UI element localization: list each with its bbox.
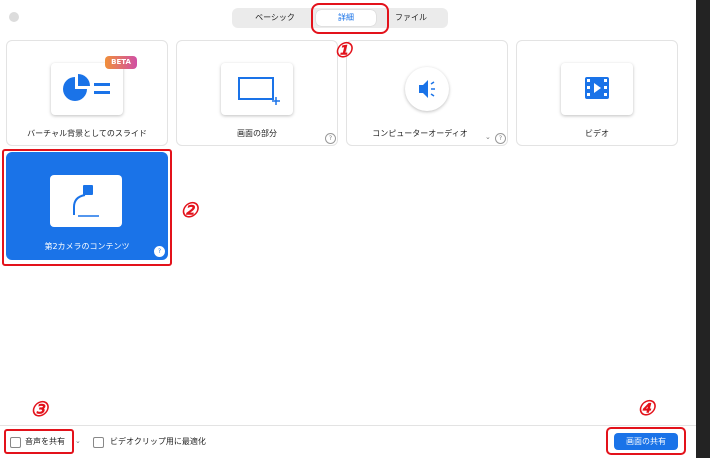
slides-thumbnail xyxy=(51,63,123,115)
audio-thumbnail xyxy=(405,67,449,111)
annotation-number-4: ④ xyxy=(637,396,655,420)
annotation-number-2: ② xyxy=(180,198,198,222)
window-edge xyxy=(696,0,710,458)
option-label: 画面の部分 xyxy=(237,129,277,138)
video-icon xyxy=(585,77,609,99)
help-icon[interactable]: ? xyxy=(495,133,506,144)
chevron-down-icon[interactable]: ⌄ xyxy=(485,133,491,141)
optimize-video-label: ビデオクリップ用に最適化 xyxy=(110,437,206,446)
option-label: コンピューターオーディオ xyxy=(372,129,468,138)
video-thumbnail xyxy=(561,63,633,115)
chevron-down-icon[interactable]: ⌄ xyxy=(75,437,81,445)
annotation-box-4 xyxy=(606,427,686,455)
option-computer-audio[interactable]: コンピューターオーディオ ⌄ ? xyxy=(346,40,508,146)
option-label: ビデオ xyxy=(585,129,609,138)
help-icon[interactable]: ? xyxy=(325,133,336,144)
option-screen-portion[interactable]: 画面の部分 ? xyxy=(176,40,338,146)
slides-icon xyxy=(63,74,110,101)
annotation-box-3 xyxy=(4,429,74,454)
beta-badge: BETA xyxy=(105,56,137,69)
tab-basic[interactable]: ベーシック xyxy=(236,10,314,26)
optimize-video-checkbox[interactable] xyxy=(93,437,104,448)
screen-portion-thumbnail xyxy=(221,63,293,115)
audio-icon xyxy=(419,80,435,98)
screen-portion-icon xyxy=(238,77,280,105)
option-label: バーチャル背景としてのスライド xyxy=(27,129,147,138)
annotation-number-1: ① xyxy=(334,38,352,62)
annotation-number-3: ③ xyxy=(30,397,48,421)
option-video[interactable]: ビデオ xyxy=(516,40,678,146)
footer-bar xyxy=(0,425,696,459)
annotation-box-1 xyxy=(311,3,389,34)
annotation-box-2 xyxy=(2,149,172,266)
window-close-dot[interactable] xyxy=(9,12,19,22)
option-slides-background[interactable]: BETA バーチャル背景としてのスライド xyxy=(6,40,168,146)
